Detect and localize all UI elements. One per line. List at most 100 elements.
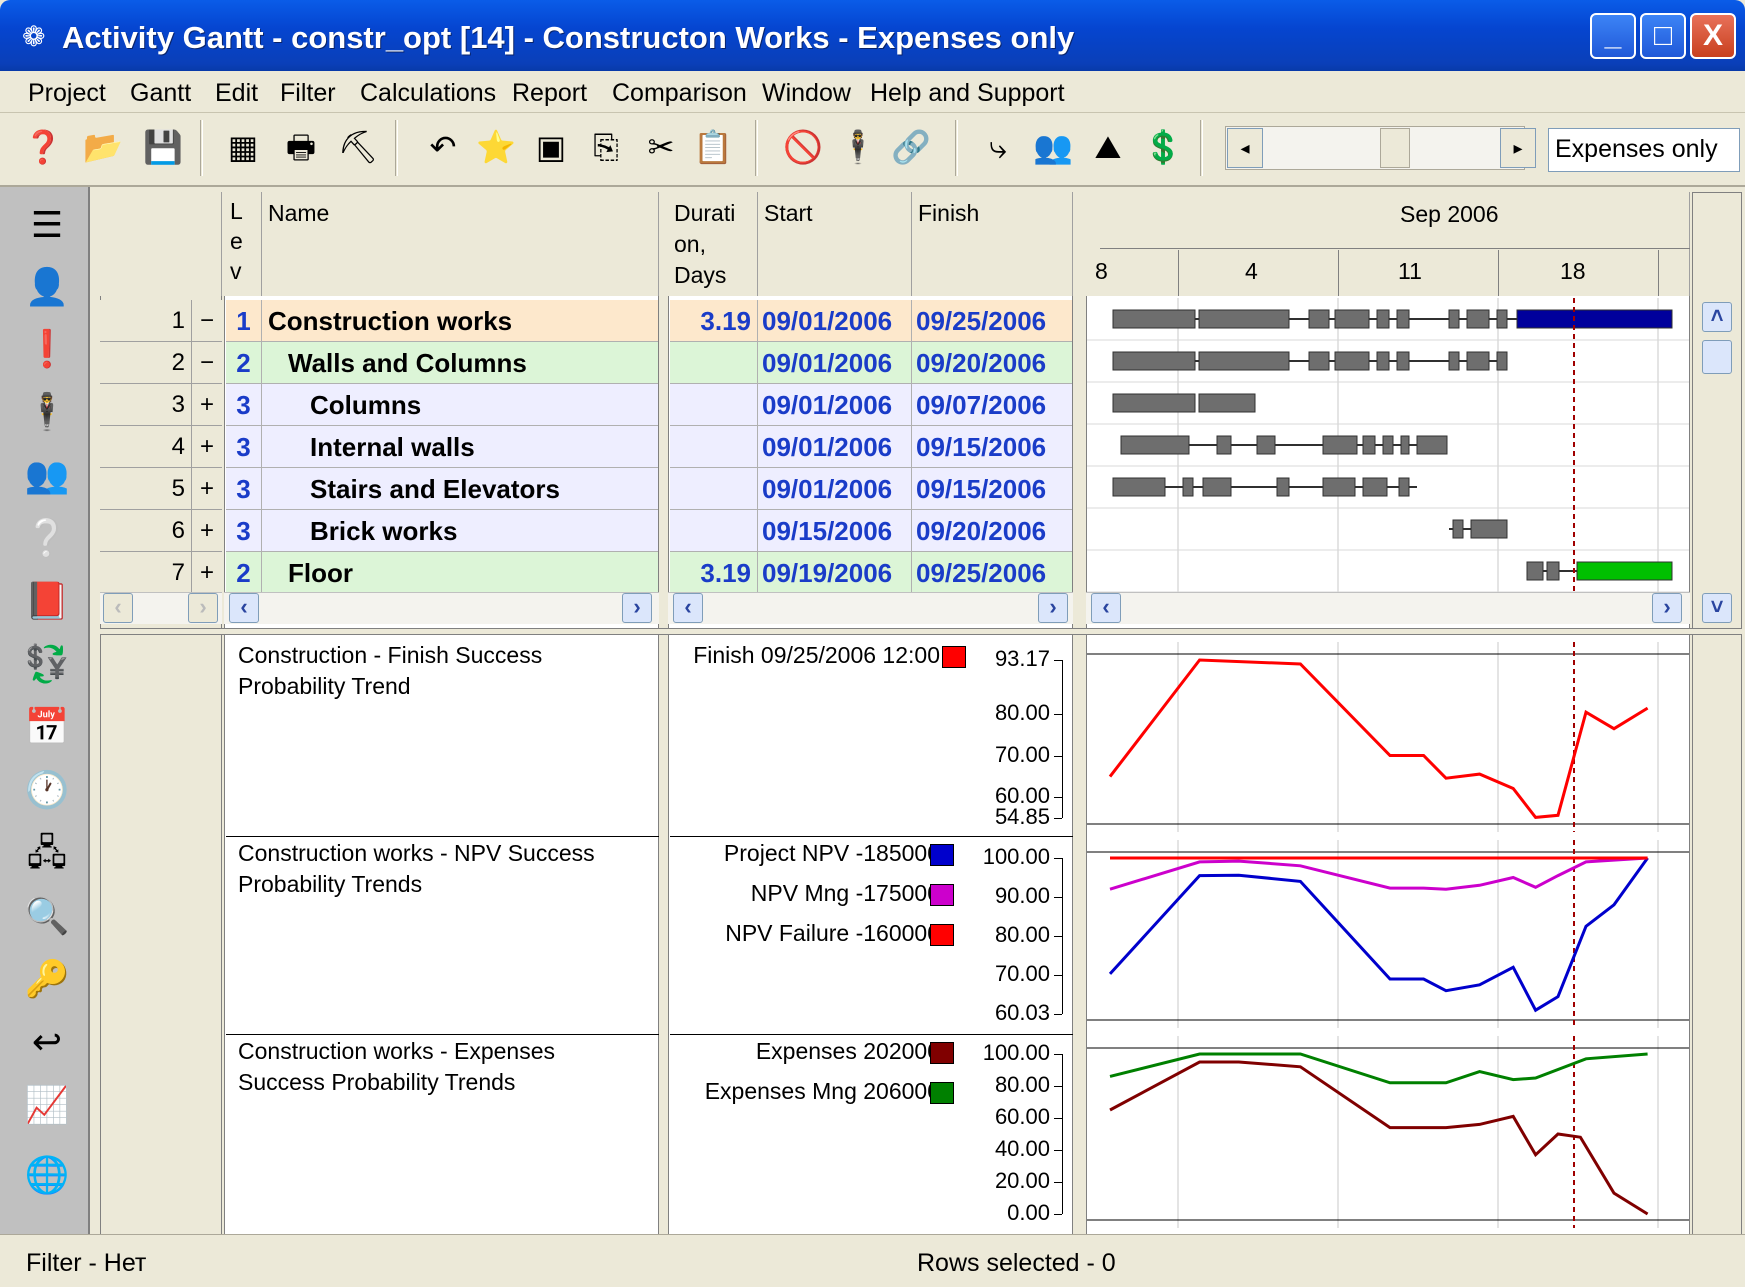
- scroll-left-button[interactable]: ‹: [103, 593, 133, 623]
- menu-project[interactable]: Project: [28, 79, 106, 108]
- close-button[interactable]: X: [1690, 13, 1736, 59]
- question-person-icon[interactable]: ❔: [20, 511, 74, 565]
- task-finish[interactable]: 09/25/2006: [912, 552, 1072, 594]
- row-toggle[interactable]: +: [192, 384, 222, 426]
- paste-icon[interactable]: 📋: [690, 124, 736, 170]
- task-finish[interactable]: 09/20/2006: [912, 342, 1072, 384]
- scroll-left-button[interactable]: ‹: [673, 593, 703, 623]
- timeline-scrollbar[interactable]: [1225, 126, 1525, 170]
- cost-icon[interactable]: 💲: [1140, 124, 1186, 170]
- task-duration[interactable]: [670, 468, 758, 510]
- row-toggle[interactable]: +: [192, 426, 222, 468]
- split-bar[interactable]: [100, 628, 1742, 635]
- minimize-button[interactable]: _: [1590, 13, 1636, 59]
- gantt-view-icon[interactable]: ☰: [20, 198, 74, 252]
- name-column-header[interactable]: Name: [262, 192, 659, 296]
- star-icon[interactable]: ⭐: [473, 124, 519, 170]
- resource-icon[interactable]: 🕴: [835, 124, 881, 170]
- scroll-right-button[interactable]: ›: [1652, 593, 1682, 623]
- row-number[interactable]: 1: [100, 300, 192, 342]
- task-start[interactable]: 09/01/2006: [758, 342, 912, 384]
- task-name[interactable]: Construction works: [262, 300, 658, 342]
- open-folder-icon[interactable]: 📂: [80, 124, 126, 170]
- globe-icon[interactable]: 🌐: [20, 1148, 74, 1202]
- calendar-icon[interactable]: 📅: [20, 700, 74, 754]
- task-name[interactable]: Stairs and Elevators: [262, 468, 658, 510]
- network-icon[interactable]: 🖧: [20, 826, 74, 880]
- scroll-right-button[interactable]: ▸: [1500, 128, 1536, 168]
- task-name[interactable]: Brick works: [262, 510, 658, 552]
- row-toggle[interactable]: +: [192, 552, 222, 594]
- menu-window[interactable]: Window: [762, 79, 851, 108]
- scenario-combo[interactable]: Expenses only: [1548, 128, 1740, 172]
- row-number[interactable]: 4: [100, 426, 192, 468]
- vscroll-thumb[interactable]: [1702, 340, 1732, 374]
- task-duration[interactable]: 3.19: [670, 300, 758, 342]
- scroll-left-button[interactable]: ‹: [229, 593, 259, 623]
- task-finish[interactable]: 09/15/2006: [912, 426, 1072, 468]
- menu-help-and-support[interactable]: Help and Support: [870, 79, 1065, 108]
- level-column-header[interactable]: L e v: [224, 192, 262, 296]
- currency-icon[interactable]: 💱: [20, 637, 74, 691]
- scroll-right-button[interactable]: ›: [622, 593, 652, 623]
- columns-icon[interactable]: ▦: [220, 124, 266, 170]
- start-column-header[interactable]: Start: [758, 192, 912, 296]
- clock-icon[interactable]: 🕐: [20, 763, 74, 817]
- row-toggle[interactable]: −: [192, 300, 222, 342]
- excel-icon[interactable]: ▣: [528, 124, 574, 170]
- task-start[interactable]: 09/01/2006: [758, 300, 912, 342]
- menu-edit[interactable]: Edit: [215, 79, 258, 108]
- menu-calculations[interactable]: Calculations: [360, 79, 496, 108]
- scroll-up-button[interactable]: ˄: [1702, 302, 1732, 332]
- task-start[interactable]: 09/01/2006: [758, 468, 912, 510]
- task-duration[interactable]: [670, 342, 758, 384]
- task-start[interactable]: 09/19/2006: [758, 552, 912, 594]
- chart-line-icon[interactable]: 📈: [20, 1078, 74, 1132]
- task-name[interactable]: Columns: [262, 384, 658, 426]
- resource-gantt-icon[interactable]: 👤: [20, 260, 74, 314]
- row-number[interactable]: 6: [100, 510, 192, 552]
- pick-icon[interactable]: ⛏: [335, 124, 381, 170]
- row-number[interactable]: 2: [100, 342, 192, 384]
- alert-table-icon[interactable]: ❗: [20, 322, 74, 376]
- dates-hscroll[interactable]: [668, 592, 1073, 624]
- task-duration[interactable]: [670, 426, 758, 468]
- row-number[interactable]: 3: [100, 384, 192, 426]
- mountain-chart-icon[interactable]: ⛰: [1085, 124, 1131, 170]
- row-number[interactable]: 5: [100, 468, 192, 510]
- link-icon[interactable]: 🔗: [888, 124, 934, 170]
- scroll-left-button[interactable]: ◂: [1227, 128, 1263, 168]
- task-duration[interactable]: [670, 384, 758, 426]
- task-start[interactable]: 09/15/2006: [758, 510, 912, 552]
- menu-report[interactable]: Report: [512, 79, 587, 108]
- scroll-right-button[interactable]: ›: [188, 593, 218, 623]
- print-icon[interactable]: 🖶: [278, 124, 324, 170]
- task-name[interactable]: Walls and Columns: [262, 342, 658, 384]
- task-start[interactable]: 09/01/2006: [758, 384, 912, 426]
- person-table-icon[interactable]: 🕴: [20, 385, 74, 439]
- menu-filter[interactable]: Filter: [280, 79, 336, 108]
- gantt-hscroll[interactable]: [1086, 592, 1690, 624]
- task-finish[interactable]: 09/07/2006: [912, 384, 1072, 426]
- scroll-down-button[interactable]: ˅: [1702, 593, 1732, 623]
- maximize-button[interactable]: □: [1640, 13, 1686, 59]
- search-table-icon[interactable]: 🔍: [20, 889, 74, 943]
- task-name[interactable]: Internal walls: [262, 426, 658, 468]
- task-finish[interactable]: 09/25/2006: [912, 300, 1072, 342]
- task-name[interactable]: Floor: [262, 552, 658, 594]
- key-icon[interactable]: 🔑: [20, 952, 74, 1006]
- scroll-right-button[interactable]: ›: [1038, 593, 1068, 623]
- finish-column-header[interactable]: Finish: [912, 192, 1073, 296]
- task-duration[interactable]: [670, 510, 758, 552]
- scroll-left-button[interactable]: ‹: [1091, 593, 1121, 623]
- duration-column-header[interactable]: Durati on, Days: [668, 192, 758, 296]
- row-toggle[interactable]: +: [192, 510, 222, 552]
- scroll-thumb[interactable]: [1380, 128, 1410, 168]
- dependency-icon[interactable]: ⤷: [975, 124, 1021, 170]
- copy-icon[interactable]: ⎘: [583, 124, 629, 170]
- menu-gantt[interactable]: Gantt: [130, 79, 191, 108]
- task-finish[interactable]: 09/20/2006: [912, 510, 1072, 552]
- add-person-icon[interactable]: 👥: [20, 448, 74, 502]
- name-hscroll[interactable]: [224, 592, 659, 624]
- task-start[interactable]: 09/01/2006: [758, 426, 912, 468]
